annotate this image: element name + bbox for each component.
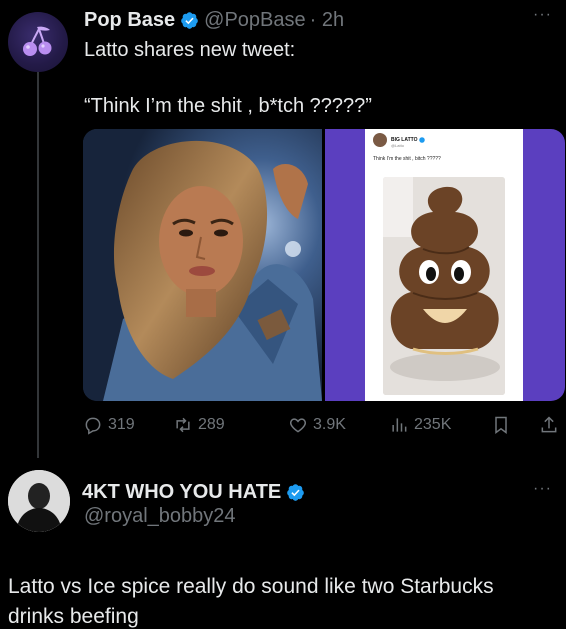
poop-cake-icon (383, 177, 505, 395)
repost-button[interactable]: 289 (173, 412, 225, 438)
share-button[interactable] (539, 412, 564, 438)
latto-photo-illustration (83, 129, 322, 401)
post-header: Pop Base @PopBase · 2h (84, 6, 344, 34)
post-media[interactable]: BIG LATTO @Latto Think I’m the shit , bi… (83, 129, 565, 401)
repost-icon (176, 417, 190, 433)
reply-more-menu[interactable]: ··· (533, 480, 552, 498)
embedded-verified-icon (419, 137, 426, 143)
post-more-menu[interactable]: ··· (533, 6, 552, 24)
reply-author-name[interactable]: 4KT WHO YOU HATE (82, 481, 281, 504)
post-text-quote: “Think I’m the shit , b*tch ?????” (84, 95, 372, 117)
reply-author-avatar[interactable] (8, 470, 70, 532)
user-avatar-photo (8, 470, 70, 532)
author-handle[interactable]: @PopBase (204, 9, 305, 32)
reply-text: Latto vs Ice spice really do sound like … (8, 575, 494, 628)
verified-badge-icon (181, 11, 198, 29)
share-icon (541, 416, 557, 433)
embedded-tweet-text: Think I’m the shit , bitch ????? (373, 156, 441, 162)
like-button[interactable]: 3.9K (288, 412, 346, 438)
post-timestamp[interactable]: · 2h (310, 9, 344, 32)
like-count: 3.9K (313, 416, 346, 433)
reply-count: 319 (108, 416, 135, 433)
like-icon (289, 418, 307, 433)
popbase-avatar[interactable] (8, 12, 68, 72)
poop-emoji-cake-photo (383, 177, 505, 395)
reply-icon (85, 417, 101, 435)
reply-button[interactable]: 319 (83, 412, 135, 438)
post-actions-bar: 319 289 3.9K 235K (83, 412, 561, 438)
embedded-avatar (373, 133, 387, 147)
latto-photo[interactable] (83, 129, 322, 401)
repost-count: 289 (198, 416, 225, 433)
embedded-tweet-card: BIG LATTO @Latto Think I’m the shit , bi… (365, 129, 523, 401)
views-button[interactable]: 235K (389, 412, 451, 438)
verified-badge-icon (287, 483, 305, 501)
views-icon (392, 418, 407, 432)
post-text-line1: Latto shares new tweet: (84, 39, 296, 61)
author-name[interactable]: Pop Base (84, 9, 175, 32)
reply-author-handle[interactable]: @royal_bobby24 (84, 505, 236, 528)
views-count: 235K (414, 416, 452, 433)
reply-header: 4KT WHO YOU HATE (82, 477, 310, 507)
bookmark-icon (495, 416, 507, 434)
tweet-screenshot-image[interactable]: BIG LATTO @Latto Think I’m the shit , bi… (325, 129, 565, 401)
thread-connector-line (37, 72, 39, 458)
cherries-logo-icon (23, 26, 52, 56)
bookmark-button[interactable] (491, 412, 516, 438)
